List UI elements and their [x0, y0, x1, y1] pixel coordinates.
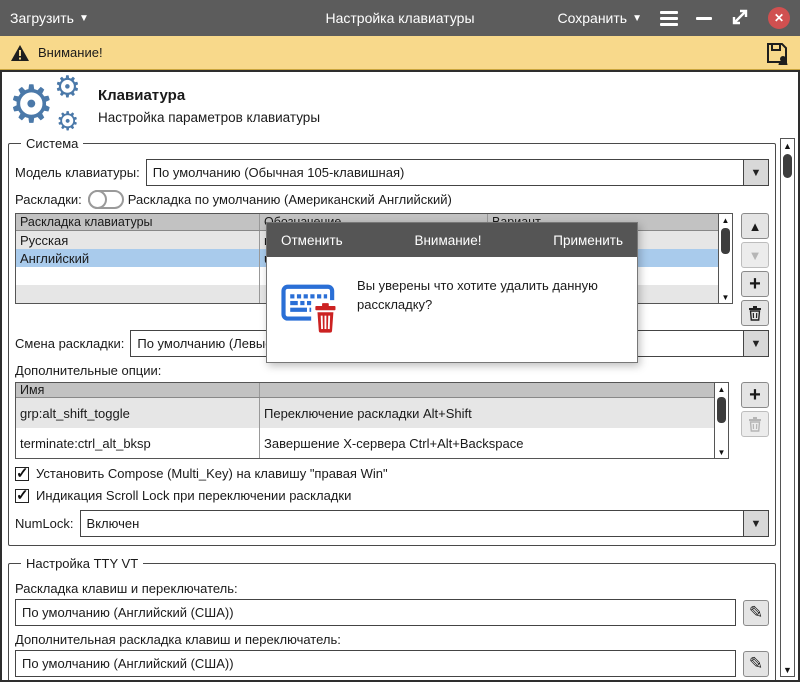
extra-options-table[interactable]: Имя grp:alt_shift_toggle Переключение ра… [15, 382, 729, 459]
tty-group: Настройка TTY VT Раскладка клавиш и пере… [8, 556, 776, 682]
main-scrollbar[interactable]: ▲ ▼ [780, 138, 795, 677]
tty-group-legend: Настройка TTY VT [21, 556, 143, 571]
compose-checkbox-label: Установить Compose (Multi_Key) на клавиш… [36, 466, 388, 481]
scroll-lock-checkbox-row[interactable]: Индикация Scroll Lock при переключении р… [15, 488, 769, 503]
tty-layout-input[interactable]: По умолчанию (Английский (США)) [15, 599, 736, 626]
scroll-down-icon[interactable]: ▼ [719, 291, 732, 303]
close-icon: ✕ [774, 11, 784, 25]
dropdown-arrow-icon[interactable]: ▼ [743, 160, 768, 185]
tty-extra-layout-value: По умолчанию (Английский (США)) [22, 656, 234, 671]
close-button[interactable]: ✕ [768, 7, 790, 29]
scrollbar-thumb[interactable] [783, 154, 792, 178]
keyboard-model-select[interactable]: По умолчанию (Обычная 105-клавишная) ▼ [146, 159, 769, 186]
extra-options-label: Дополнительные опции: [15, 363, 769, 378]
scroll-down-icon[interactable]: ▼ [781, 663, 794, 676]
edit-tty-layout-button[interactable]: ✎ [743, 600, 769, 626]
warning-bar: Внимание! [0, 36, 800, 70]
delete-confirmation-dialog: Отменить Внимание! Применить [266, 222, 638, 363]
minimize-button[interactable] [696, 17, 712, 20]
add-layout-button[interactable]: + [741, 271, 769, 297]
keyboard-model-label: Модель клавиатуры: [15, 165, 140, 180]
page-header: ⚙⚙⚙ Клавиатура Настройка параметров клав… [2, 72, 798, 136]
dropdown-arrow-icon[interactable]: ▼ [743, 331, 768, 356]
layouts-default-text: Раскладка по умолчанию (Американский Анг… [128, 192, 452, 207]
minimize-icon [696, 17, 712, 20]
delete-layout-button[interactable] [741, 300, 769, 326]
move-down-button[interactable]: ▼ [741, 242, 769, 268]
layout-table-scrollbar[interactable]: ▲ ▼ [718, 214, 732, 303]
trash-icon [748, 305, 762, 321]
scrollbar-thumb[interactable] [721, 228, 730, 254]
chevron-down-icon: ▼ [79, 13, 89, 24]
dialog-message: Вы уверены что хотите удалить данную рас… [357, 273, 625, 315]
system-group-legend: Система [21, 136, 83, 151]
layouts-toggle[interactable] [88, 190, 124, 209]
layouts-label: Раскладки: [15, 192, 82, 207]
compose-checkbox[interactable] [15, 467, 29, 481]
numlock-label: NumLock: [15, 516, 74, 531]
numlock-value: Включен [81, 511, 743, 536]
page-subtitle: Настройка параметров клавиатуры [98, 110, 320, 125]
expand-icon [730, 7, 750, 27]
page-title: Клавиатура [98, 87, 320, 104]
pencil-icon: ✎ [749, 603, 763, 623]
save-menu-label: Сохранить [558, 10, 628, 26]
dropdown-arrow-icon[interactable]: ▼ [743, 511, 768, 536]
titlebar: Настройка клавиатуры Загрузить ▼ Сохрани… [0, 0, 800, 36]
compose-checkbox-row[interactable]: Установить Compose (Multi_Key) на клавиш… [15, 466, 769, 481]
scroll-lock-checkbox-label: Индикация Scroll Lock при переключении р… [36, 488, 351, 503]
scroll-up-icon[interactable]: ▲ [781, 139, 794, 152]
chevron-down-icon: ▼ [632, 13, 642, 24]
scroll-lock-checkbox[interactable] [15, 489, 29, 503]
warning-label: Внимание! [38, 45, 103, 60]
scroll-down-icon[interactable]: ▼ [715, 446, 728, 458]
tty-layout-value: По умолчанию (Английский (США)) [22, 605, 234, 620]
dialog-header: Отменить Внимание! Применить [267, 223, 637, 257]
move-up-button[interactable]: ▲ [741, 213, 769, 239]
dialog-cancel-button[interactable]: Отменить [281, 233, 343, 248]
pencil-icon: ✎ [749, 654, 763, 674]
scroll-up-icon[interactable]: ▲ [719, 214, 732, 226]
load-menu-label: Загрузить [10, 10, 74, 26]
scrollbar-thumb[interactable] [717, 397, 726, 423]
content-panel: ⚙⚙⚙ Клавиатура Настройка параметров клав… [0, 70, 800, 682]
options-table-scrollbar[interactable]: ▲ ▼ [714, 383, 728, 458]
save-file-icon[interactable] [764, 40, 790, 66]
gears-icon: ⚙⚙⚙ [8, 77, 80, 135]
scroll-up-icon[interactable]: ▲ [715, 383, 728, 395]
tty-extra-layout-input[interactable]: По умолчанию (Английский (США)) [15, 650, 736, 677]
delete-option-button[interactable] [741, 411, 769, 437]
table-row[interactable]: terminate:ctrl_alt_bksp Завершение X-сер… [16, 428, 714, 458]
dialog-title: Внимание! [414, 233, 481, 248]
maximize-button[interactable] [730, 7, 750, 30]
options-table-header: Имя [16, 383, 714, 398]
menu-icon[interactable] [660, 11, 678, 26]
warning-triangle-icon [10, 44, 30, 62]
delete-keyboard-icon [281, 273, 343, 339]
table-row[interactable]: grp:alt_shift_toggle Переключение раскла… [16, 398, 714, 428]
add-option-button[interactable]: + [741, 382, 769, 408]
load-menu-button[interactable]: Загрузить ▼ [10, 10, 89, 26]
numlock-select[interactable]: Включен ▼ [80, 510, 769, 537]
layout-switch-label: Смена раскладки: [15, 336, 124, 351]
dialog-apply-button[interactable]: Применить [553, 233, 623, 248]
save-menu-button[interactable]: Сохранить ▼ [558, 10, 642, 26]
tty-extra-layout-label: Дополнительная раскладка клавиш и перекл… [15, 632, 769, 647]
edit-tty-extra-layout-button[interactable]: ✎ [743, 651, 769, 677]
keyboard-model-value: По умолчанию (Обычная 105-клавишная) [147, 160, 743, 185]
keyboard-settings-window: Настройка клавиатуры Загрузить ▼ Сохрани… [0, 0, 800, 682]
tty-layout-label: Раскладка клавиш и переключатель: [15, 581, 769, 596]
trash-icon [748, 416, 762, 432]
